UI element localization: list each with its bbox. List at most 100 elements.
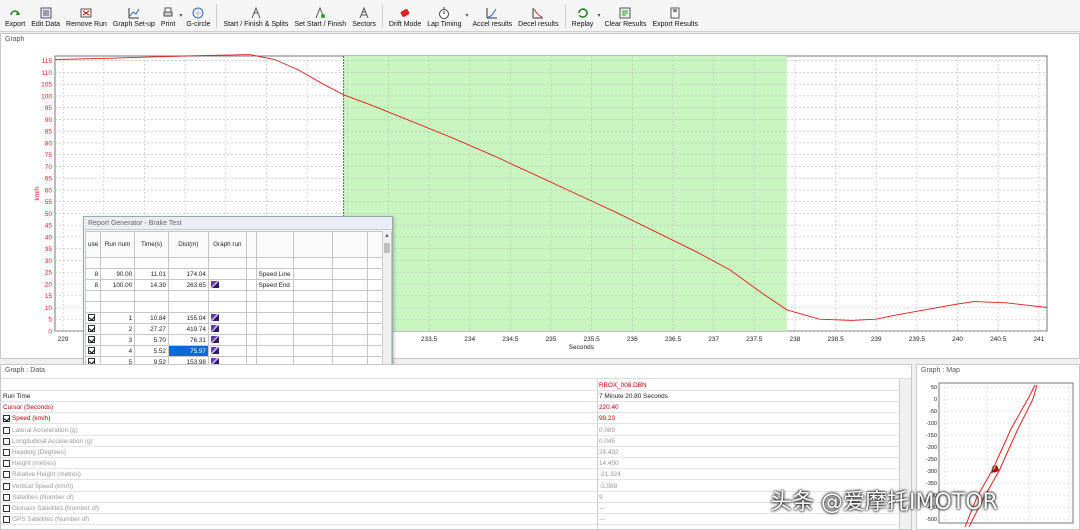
- report-cell[interactable]: [84, 345, 102, 357]
- edit-data-button[interactable]: Edit Data: [28, 1, 63, 31]
- report-cell[interactable]: [207, 279, 247, 291]
- start-finish-splits-button[interactable]: Start / Finish & Splits: [220, 1, 291, 31]
- data-row[interactable]: Vertical Speed (km/h) -2.088: [1, 481, 899, 492]
- report-cell: [255, 334, 294, 346]
- graph-run-icon[interactable]: [210, 314, 219, 322]
- lap-timing-button[interactable]: Lap Timing: [424, 1, 464, 31]
- data-row-value: 99.23: [599, 415, 615, 423]
- data-row[interactable]: Longitudinal Acceleration (g) 0.045: [1, 436, 899, 447]
- channel-checkbox[interactable]: [3, 437, 10, 445]
- export-results-button[interactable]: Export Results: [649, 1, 701, 31]
- dropdown-caret-icon[interactable]: ▾: [465, 12, 468, 19]
- report-column-header: Run num: [100, 231, 136, 258]
- report-cell: [84, 290, 102, 302]
- map-panel-title: Graph : Map: [921, 367, 960, 374]
- report-column-header: Time(s): [134, 231, 169, 258]
- use-checkbox[interactable]: [88, 314, 95, 322]
- report-cell[interactable]: [207, 323, 247, 335]
- export-results-icon: [670, 7, 680, 19]
- decel-results-button[interactable]: Decel results: [515, 1, 561, 31]
- dropdown-caret-icon[interactable]: ▾: [179, 12, 182, 19]
- report-cell[interactable]: [84, 323, 102, 335]
- report-cell[interactable]: [207, 268, 247, 280]
- toolbar-button-label: Graph Set-up: [112, 21, 155, 28]
- graph-run-icon[interactable]: [210, 325, 219, 333]
- data-row[interactable]: Cursor (Seconds) 220.40: [1, 402, 899, 414]
- report-row[interactable]: 4 5.52 75.97: [84, 345, 392, 357]
- set-start-finish-button[interactable]: Set Start / Finish: [291, 1, 349, 31]
- graph-run-icon[interactable]: [210, 336, 219, 344]
- accel-results-button[interactable]: Accel results: [469, 1, 515, 31]
- export-button[interactable]: Export: [2, 1, 28, 31]
- use-checkbox[interactable]: [88, 325, 95, 333]
- y-tick-label: 105: [41, 82, 52, 89]
- channel-checkbox[interactable]: [3, 426, 10, 434]
- report-cell[interactable]: [207, 345, 247, 357]
- y-tick-label: 100: [41, 93, 52, 100]
- dropdown-caret-icon[interactable]: ▾: [597, 12, 600, 19]
- g-circle-button[interactable]: G-circle: [183, 1, 213, 31]
- y-tick-label: 115: [42, 58, 53, 65]
- toolbar-button-label: Lap Timing: [427, 21, 462, 28]
- toolbar-button-label: G-circle: [186, 21, 211, 28]
- channel-checkbox[interactable]: [3, 471, 10, 479]
- scroll-thumb[interactable]: [384, 243, 390, 253]
- data-row-label: Lateral Acceleration (g): [12, 426, 78, 434]
- x-tick-label: 229: [58, 336, 69, 343]
- data-row[interactable]: Relative Height (metres) -21.324: [1, 469, 899, 481]
- graph-run-icon[interactable]: [210, 347, 219, 355]
- channel-checkbox[interactable]: [3, 493, 10, 501]
- report-cell: [207, 301, 247, 313]
- remove-run-button[interactable]: Remove Run: [63, 1, 110, 31]
- drift-mode-button[interactable]: Drift Mode: [386, 1, 424, 31]
- channel-checkbox[interactable]: [3, 460, 10, 468]
- report-row[interactable]: [84, 257, 392, 269]
- y-tick-label: 55: [45, 199, 53, 206]
- report-cell[interactable]: 75.97: [167, 345, 209, 357]
- data-row[interactable]: Run Time 7 Minute 20.80 Seconds: [1, 391, 899, 402]
- report-cell: 5.70: [134, 334, 169, 346]
- channel-checkbox[interactable]: [3, 415, 10, 423]
- report-column-header: [331, 231, 369, 258]
- data-row[interactable]: Height (metres) 14.450: [1, 458, 899, 470]
- graph-set-up-button[interactable]: Graph Set-up: [110, 1, 158, 31]
- report-row[interactable]: 2 27.27 419.74: [84, 323, 392, 335]
- report-row[interactable]: [84, 290, 392, 302]
- report-cell[interactable]: [207, 334, 247, 346]
- report-row[interactable]: [84, 301, 392, 313]
- scroll-up-icon[interactable]: ▲: [384, 233, 390, 239]
- data-row[interactable]: Glonass Satellites (Number of) ---: [1, 503, 899, 514]
- report-row[interactable]: 8 90.00 11.01 174.04 Speed Line: [84, 268, 392, 280]
- data-row[interactable]: Lateral Acceleration (g) 0.089: [1, 425, 899, 436]
- report-row[interactable]: 1 10.84 155.04: [84, 312, 392, 324]
- channel-checkbox[interactable]: [3, 516, 10, 524]
- graph-run-icon[interactable]: [210, 281, 219, 289]
- toolbar-button-label: Sectors: [352, 21, 376, 28]
- channel-checkbox[interactable]: [3, 482, 10, 490]
- data-row[interactable]: Satellites (Number of) 9: [1, 492, 899, 503]
- report-row[interactable]: 8 100.00 14.39 263.65 Speed End: [84, 279, 392, 291]
- data-row[interactable]: Heading (Degrees) 24.402: [1, 447, 899, 458]
- channel-checkbox[interactable]: [3, 449, 10, 456]
- replay-button[interactable]: Replay: [569, 1, 597, 31]
- print-button[interactable]: Print: [158, 1, 178, 31]
- x-tick-label: 236: [627, 336, 638, 343]
- report-column-header: Graph run: [207, 231, 247, 258]
- report-column-header: Dist(m): [167, 231, 209, 258]
- data-row[interactable]: Speed (km/h) 99.23: [1, 413, 899, 425]
- report-cell: [245, 290, 257, 302]
- report-cell[interactable]: [84, 334, 102, 346]
- report-cell[interactable]: [84, 312, 102, 324]
- sectors-button[interactable]: Sectors: [349, 1, 379, 31]
- report-cell[interactable]: [207, 312, 247, 324]
- use-checkbox[interactable]: [88, 336, 95, 344]
- data-row-label: Speed (km/h): [12, 415, 51, 423]
- use-checkbox[interactable]: [88, 347, 95, 355]
- clear-results-button[interactable]: Clear Results: [601, 1, 649, 31]
- highlight-region: [343, 56, 787, 331]
- data-row[interactable]: GPS Satellites (Number of) ---: [1, 514, 899, 526]
- channel-checkbox[interactable]: [3, 505, 10, 512]
- y-tick-label: 85: [45, 129, 53, 136]
- report-row[interactable]: 3 5.70 76.31: [84, 334, 392, 346]
- y-tick-label: 15: [45, 293, 53, 300]
